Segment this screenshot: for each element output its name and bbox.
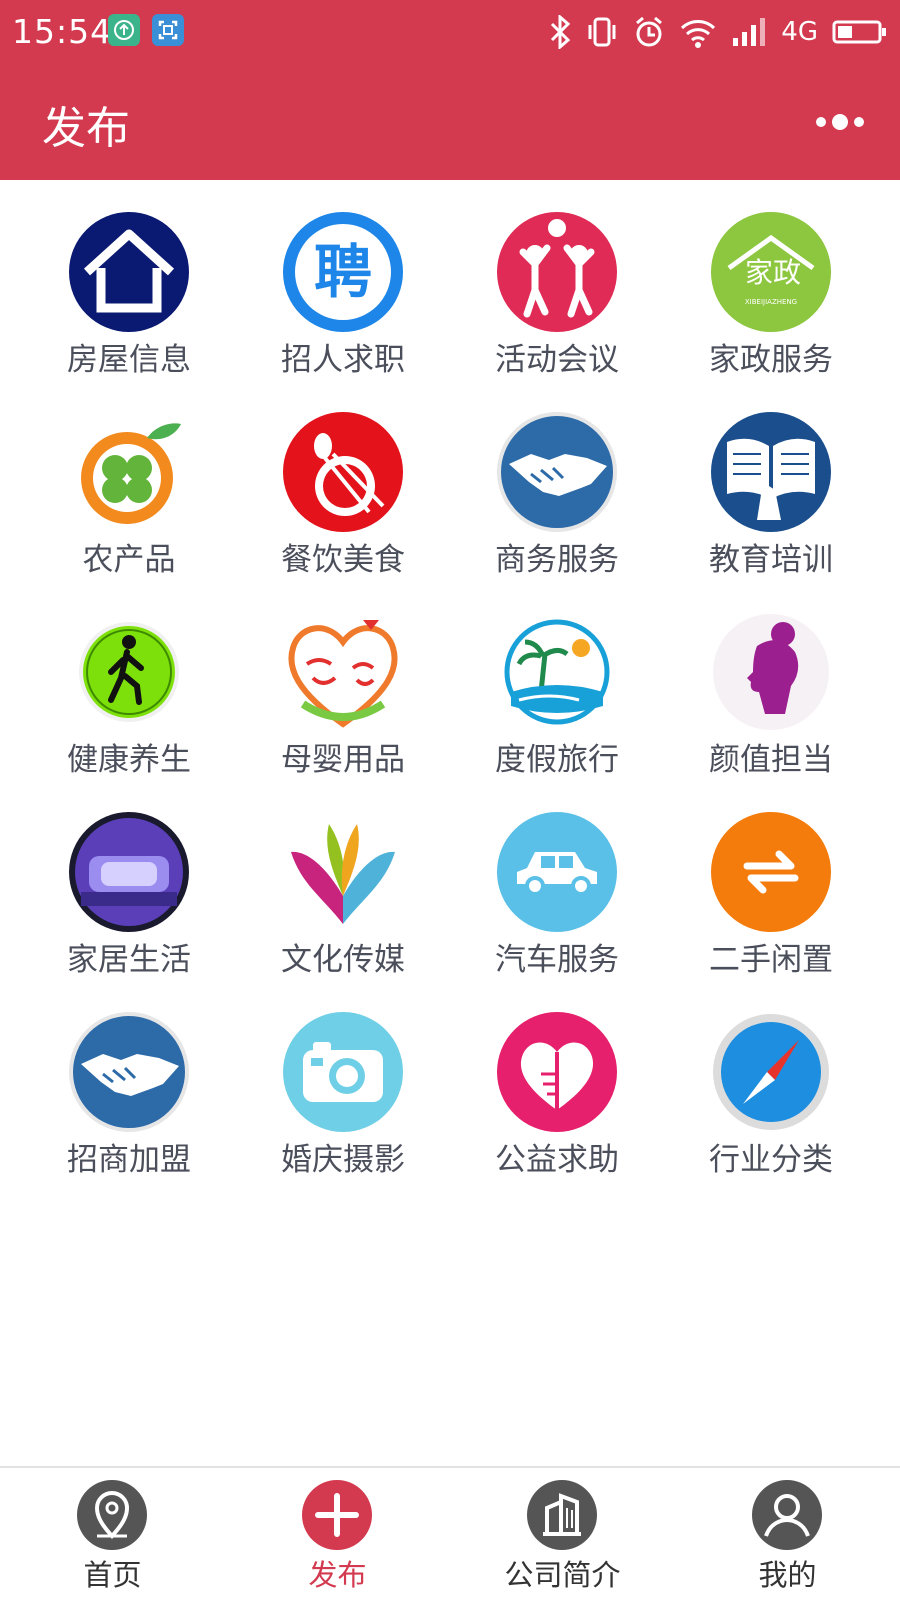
island-icon	[497, 612, 617, 732]
book-icon	[711, 412, 831, 532]
category-label: 颜值担当	[709, 742, 833, 778]
building-icon	[527, 1480, 597, 1550]
bed-icon	[69, 812, 189, 932]
category-item-housekeeping[interactable]: 家政 XIBEIJIAZHENG 家政服务	[664, 180, 878, 380]
category-label: 公益求助	[495, 1142, 619, 1178]
category-item-maternal[interactable]: 母婴用品	[236, 580, 450, 780]
category-item-culture[interactable]: 文化传媒	[236, 780, 450, 980]
produce-icon	[69, 412, 189, 532]
category-label: 行业分类	[709, 1142, 833, 1178]
house-icon	[69, 212, 189, 332]
bottom-tab-bar: 首页 发布 公司简介 我的	[0, 1466, 900, 1602]
category-item-health[interactable]: 健康养生	[22, 580, 236, 780]
category-label: 招人求职	[281, 342, 405, 378]
app-notification-icon	[108, 14, 140, 46]
user-icon	[752, 1480, 822, 1550]
status-bar: 15:54 4G	[0, 0, 900, 66]
category-item-car[interactable]: 汽车服务	[450, 780, 664, 980]
culture-icon	[283, 812, 403, 932]
alarm-icon	[636, 16, 663, 47]
walking-icon	[69, 612, 189, 732]
category-item-activity[interactable]: 活动会议	[450, 180, 664, 380]
wifi-icon	[681, 20, 716, 48]
signal-icon	[733, 18, 766, 46]
category-label: 健康养生	[67, 742, 191, 778]
car-icon	[497, 812, 617, 932]
category-label: 房屋信息	[67, 342, 191, 378]
category-label: 文化传媒	[281, 942, 405, 978]
category-label: 家居生活	[67, 942, 191, 978]
tab-label: 公司简介	[504, 1558, 621, 1592]
category-item-house[interactable]: 房屋信息	[22, 180, 236, 380]
scanner-app-icon	[152, 14, 184, 46]
status-time: 15:54	[12, 12, 113, 51]
network-type: 4G	[781, 17, 818, 47]
category-label: 汽车服务	[495, 942, 619, 978]
category-label: 母婴用品	[281, 742, 405, 778]
category-item-recruit[interactable]: 聘 招人求职	[236, 180, 450, 380]
category-label: 婚庆摄影	[281, 1142, 405, 1178]
maternal-icon	[283, 612, 403, 732]
battery-icon	[832, 20, 886, 44]
housekeeping-glyph: 家政	[745, 256, 801, 289]
location-pin-icon	[77, 1480, 147, 1550]
housekeeping-icon: 家政 XIBEIJIAZHENG	[711, 212, 831, 332]
tab-label: 发布	[308, 1558, 367, 1592]
tab-label: 首页	[83, 1558, 142, 1592]
dining-icon	[283, 412, 403, 532]
category-item-secondhand[interactable]: 二手闲置	[664, 780, 878, 980]
category-item-business[interactable]: 商务服务	[450, 380, 664, 580]
recruit-icon: 聘	[283, 212, 403, 332]
category-item-wedding-photo[interactable]: 婚庆摄影	[236, 980, 450, 1180]
vibrate-icon	[588, 17, 616, 47]
category-label: 教育培训	[709, 542, 833, 578]
beauty-icon	[711, 612, 831, 732]
partnership-icon	[69, 1012, 189, 1132]
category-label: 农产品	[82, 542, 176, 578]
compass-icon	[711, 1012, 831, 1132]
category-item-travel[interactable]: 度假旅行	[450, 580, 664, 780]
page-title: 发布	[42, 103, 130, 154]
category-item-industry[interactable]: 行业分类	[664, 980, 878, 1180]
category-item-dining[interactable]: 餐饮美食	[236, 380, 450, 580]
category-label: 招商加盟	[67, 1142, 191, 1178]
tab-publish[interactable]: 发布	[225, 1468, 450, 1602]
bluetooth-icon	[551, 15, 571, 49]
category-item-education[interactable]: 教育培训	[664, 380, 878, 580]
category-label: 二手闲置	[709, 942, 833, 978]
category-item-charity[interactable]: 公益求助	[450, 980, 664, 1180]
category-label: 商务服务	[495, 542, 619, 578]
charity-heart-icon	[497, 1012, 617, 1132]
recruit-glyph: 聘	[314, 238, 372, 306]
tab-mine[interactable]: 我的	[675, 1468, 900, 1602]
activity-icon	[497, 212, 617, 332]
tab-label: 我的	[758, 1558, 817, 1592]
handshake-icon	[497, 412, 617, 532]
title-bar: 发布	[0, 66, 900, 180]
plus-icon	[302, 1480, 372, 1550]
tab-company[interactable]: 公司简介	[450, 1468, 675, 1602]
category-label: 度假旅行	[495, 742, 619, 778]
category-item-produce[interactable]: 农产品	[22, 380, 236, 580]
swap-icon	[711, 812, 831, 932]
tab-home[interactable]: 首页	[0, 1468, 225, 1602]
camera-icon	[283, 1012, 403, 1132]
category-label: 家政服务	[709, 342, 833, 378]
category-label: 活动会议	[495, 342, 619, 378]
category-item-home-living[interactable]: 家居生活	[22, 780, 236, 980]
category-item-franchise[interactable]: 招商加盟	[22, 980, 236, 1180]
housekeeping-subtext: XIBEIJIAZHENG	[745, 298, 797, 306]
more-options-button[interactable]	[816, 110, 864, 134]
category-label: 餐饮美食	[281, 542, 405, 578]
category-item-beauty[interactable]: 颜值担当	[664, 580, 878, 780]
